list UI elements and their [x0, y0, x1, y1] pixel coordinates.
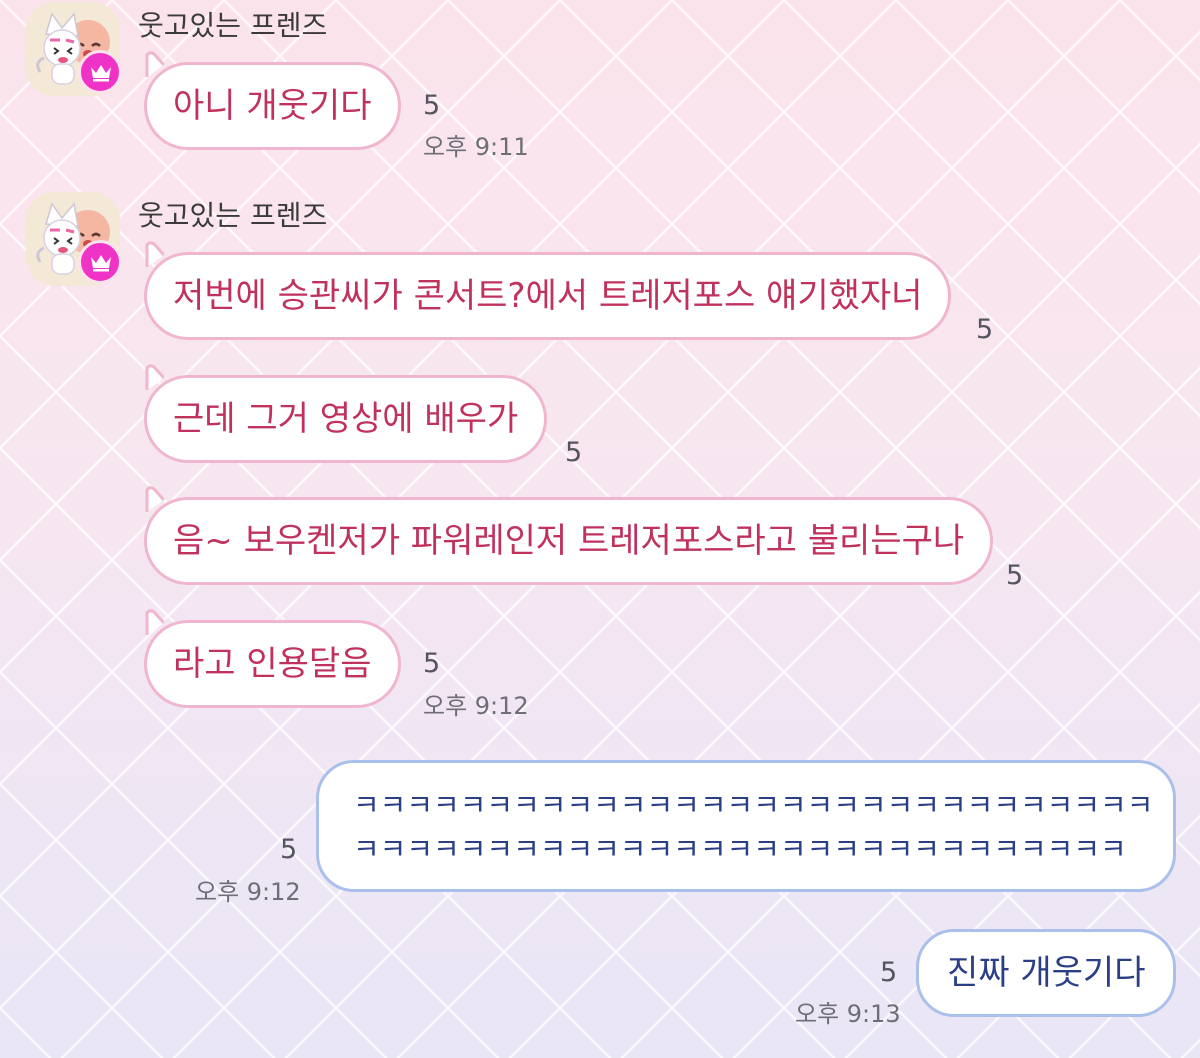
unread-count: 5: [280, 834, 298, 865]
timestamp: 오후 9:12: [423, 692, 529, 720]
my-message-bubble[interactable]: ㅋㅋㅋㅋㅋㅋㅋㅋㅋㅋㅋㅋㅋㅋㅋㅋㅋㅋㅋㅋㅋㅋㅋㅋㅋㅋㅋㅋㅋㅋ ㅋㅋㅋㅋㅋㅋㅋㅋㅋ…: [316, 760, 1176, 892]
message-bubble[interactable]: 라고 인용달음: [144, 609, 401, 708]
crown-icon: [91, 255, 111, 272]
timestamp: 오후 9:13: [795, 1000, 901, 1028]
unread-count: 5: [880, 957, 898, 988]
message-text: 아니 개웃기다: [173, 86, 372, 126]
bubble-tail: [145, 241, 164, 267]
message-text: 근데 그거 영상에 배우가: [173, 399, 519, 439]
unread-count: 5: [423, 648, 441, 679]
message-text: 라고 인용달음: [173, 644, 372, 684]
crown-badge: [78, 240, 122, 284]
message-text: 진짜 개웃기다: [947, 953, 1146, 993]
bubble-tail: [145, 51, 164, 77]
unread-count: 5: [1006, 560, 1024, 591]
message-text-line: ㅋㅋㅋㅋㅋㅋㅋㅋㅋㅋㅋㅋㅋㅋㅋㅋㅋㅋㅋㅋㅋㅋㅋㅋㅋㅋㅋㅋㅋㅋ: [353, 788, 1154, 822]
sender-name: 웃고있는 프렌즈: [138, 199, 328, 232]
message-bubble[interactable]: 음~ 보우켄저가 파워레인저 트레저포스라고 불리는구나: [144, 486, 994, 585]
my-message-bubble[interactable]: 진짜 개웃기다: [916, 929, 1176, 1017]
unread-count: 5: [976, 314, 994, 345]
timestamp: 오후 9:12: [195, 878, 301, 906]
message-text: 음~ 보우켄저가 파워레인저 트레저포스라고 불리는구나: [173, 521, 965, 561]
bubble-tail: [145, 609, 164, 635]
crown-badge: [78, 50, 122, 94]
unread-count: 5: [423, 90, 441, 121]
bubble-tail: [145, 486, 164, 512]
message-bubble[interactable]: 저번에 승관씨가 콘서트?에서 트레저포스 얘기했자너: [144, 241, 952, 340]
message-bubble[interactable]: 아니 개웃기다: [144, 51, 401, 150]
message-text-line: ㅋㅋㅋㅋㅋㅋㅋㅋㅋㅋㅋㅋㅋㅋㅋㅋㅋㅋㅋㅋㅋㅋㅋㅋㅋㅋㅋㅋㅋ: [353, 832, 1127, 866]
bubble-tail: [145, 364, 164, 390]
crown-icon: [91, 65, 111, 82]
timestamp: 오후 9:11: [423, 133, 529, 161]
message-text: 저번에 승관씨가 콘서트?에서 트레저포스 얘기했자너: [173, 276, 923, 316]
sender-name: 웃고있는 프렌즈: [138, 9, 328, 42]
message-bubble[interactable]: 근데 그거 영상에 배우가: [144, 364, 548, 463]
unread-count: 5: [565, 437, 583, 468]
